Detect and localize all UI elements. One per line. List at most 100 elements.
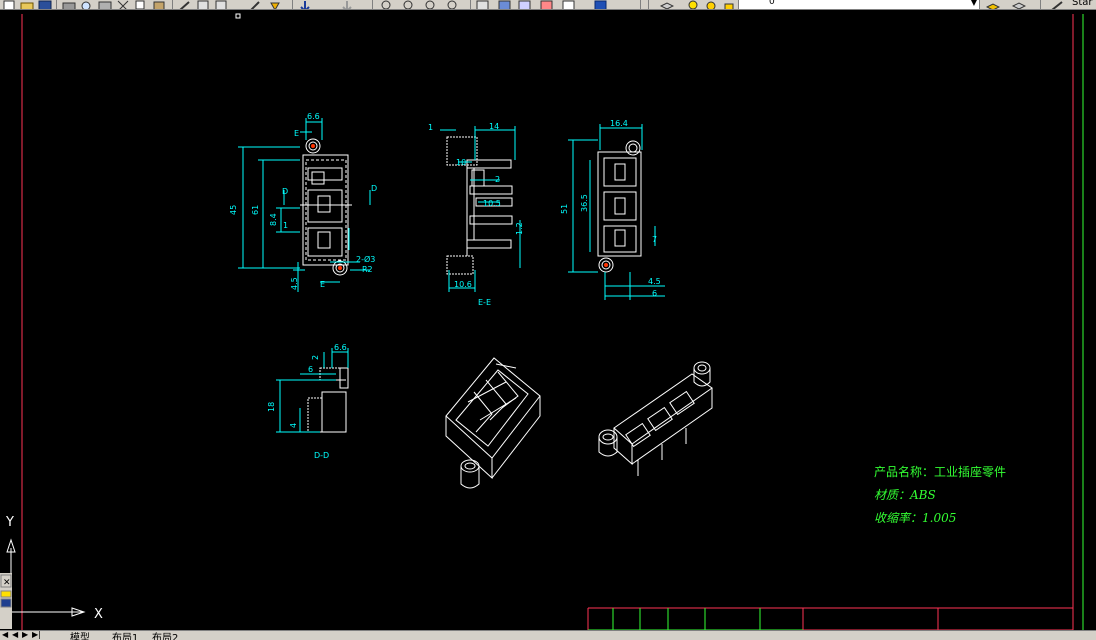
dim-label: 14 bbox=[489, 122, 499, 131]
dim-label: 6.6 bbox=[307, 112, 320, 121]
ucs-y-label: Y bbox=[5, 515, 14, 530]
dim-label: 36.5 bbox=[580, 194, 589, 212]
copy-icon[interactable] bbox=[134, 0, 148, 9]
docked-palette[interactable]: ✕ bbox=[0, 573, 12, 629]
dim-label: 6 bbox=[652, 289, 657, 298]
toolbar-separator bbox=[1040, 0, 1041, 9]
next-tab-icon[interactable]: ▶ bbox=[22, 631, 28, 639]
last-tab-icon[interactable]: ▶| bbox=[32, 631, 41, 639]
help-topic-icon[interactable] bbox=[594, 0, 608, 9]
dim-label: 4.5 bbox=[290, 277, 299, 290]
grid-icon[interactable] bbox=[562, 0, 576, 9]
new-file-icon[interactable] bbox=[2, 0, 16, 9]
drawing-frame bbox=[21, 13, 1084, 630]
section-mark: D bbox=[371, 184, 377, 193]
front-view: 45 61 8.4 6.6 1 2-Ø3 R2 4.5 E E D D bbox=[229, 112, 377, 292]
match-icon[interactable] bbox=[178, 0, 192, 9]
dim-label: 1 bbox=[428, 123, 433, 132]
dim-label: 18 bbox=[267, 402, 276, 412]
dim-label: 1 bbox=[283, 221, 288, 230]
title-block bbox=[587, 607, 1073, 631]
dim-label: 10 bbox=[456, 158, 466, 167]
zoom-icon[interactable] bbox=[268, 0, 282, 9]
paste-icon[interactable] bbox=[152, 0, 166, 9]
text-style-icon[interactable] bbox=[1050, 0, 1064, 9]
tool-palette-icon[interactable] bbox=[424, 0, 438, 9]
cut-icon[interactable] bbox=[116, 0, 130, 9]
toolbar-separator bbox=[648, 0, 649, 9]
properties-icon[interactable] bbox=[380, 0, 394, 9]
dim-label: 2 bbox=[495, 175, 500, 184]
zoom-window-icon[interactable] bbox=[298, 0, 312, 9]
text-style-label[interactable]: Star bbox=[1072, 0, 1093, 8]
dim-label: R2 bbox=[362, 265, 373, 274]
sun-icon[interactable] bbox=[704, 0, 718, 9]
toolbar-separator bbox=[56, 0, 57, 9]
side-view: 51 36.5 16.4 7 4.5 6 bbox=[560, 119, 665, 300]
dim-label: 4 bbox=[289, 423, 298, 428]
dim-label: 61 bbox=[251, 205, 260, 215]
product-name-text: 产品名称：工业插座零件 bbox=[874, 465, 1007, 479]
layer-states-icon[interactable] bbox=[1011, 0, 1027, 9]
bulb-icon[interactable] bbox=[686, 0, 700, 9]
layer-state-icon[interactable] bbox=[540, 0, 554, 9]
svg-text:✕: ✕ bbox=[3, 578, 11, 588]
lock-icon[interactable] bbox=[722, 0, 736, 9]
open-icon[interactable] bbox=[20, 0, 34, 9]
isometric-view-1 bbox=[445, 357, 541, 489]
view-label: E-E bbox=[478, 298, 491, 307]
toolbar-separator bbox=[470, 0, 471, 9]
view-label: D-D bbox=[314, 451, 329, 460]
dim-label: 10.6 bbox=[454, 280, 472, 289]
dim-label: 4.5 bbox=[648, 277, 661, 286]
dim-label: 1.2 bbox=[515, 222, 524, 235]
standard-toolbar: 0 ▼ Star bbox=[0, 0, 1096, 10]
prev-tab-icon[interactable]: ◀ bbox=[12, 631, 18, 639]
help-icon[interactable] bbox=[498, 0, 512, 9]
ucs-x-label: X bbox=[94, 607, 103, 622]
layer-value: 0 bbox=[769, 0, 775, 7]
dim-label: 10.5 bbox=[483, 199, 501, 208]
zoom-previous-icon[interactable] bbox=[340, 0, 354, 9]
dim-label: 16.4 bbox=[610, 119, 628, 128]
dim-label: 6.6 bbox=[334, 343, 347, 352]
dim-label: 8.4 bbox=[269, 213, 278, 226]
dim-label: 6 bbox=[308, 365, 313, 374]
save-icon[interactable] bbox=[38, 0, 52, 9]
ucs-icon bbox=[6, 538, 86, 617]
toolbar-separator bbox=[172, 0, 173, 9]
layer-icon[interactable] bbox=[518, 0, 532, 9]
toolbar-separator bbox=[292, 0, 293, 9]
dim-label: 51 bbox=[560, 204, 569, 214]
shrinkage-text: 收缩率：1.005 bbox=[874, 511, 957, 525]
pan-icon[interactable] bbox=[248, 0, 262, 9]
material-text: 材质：ABS bbox=[874, 488, 936, 502]
publish-icon[interactable] bbox=[98, 0, 112, 9]
section-mark: D bbox=[282, 187, 288, 196]
dim-label: 45 bbox=[229, 205, 238, 215]
dim-label: 7 bbox=[652, 235, 657, 244]
section-dd-view: 2 6.6 6 18 4 D-D bbox=[267, 343, 349, 460]
drawing-svg: 45 61 8.4 6.6 1 2-Ø3 R2 4.5 E E D D 1 14… bbox=[5, 13, 1084, 631]
preview-icon[interactable] bbox=[80, 0, 94, 9]
calculator-icon[interactable] bbox=[476, 0, 490, 9]
section-ee-view: 1 14 10 2 10.5 1.2 10.6 E-E bbox=[428, 122, 524, 307]
markup-icon[interactable] bbox=[446, 0, 460, 9]
layer-previous-icon[interactable] bbox=[985, 0, 1001, 9]
toolbar-separator bbox=[640, 0, 641, 9]
undo-icon[interactable] bbox=[196, 0, 210, 9]
layer-dropdown[interactable]: 0 ▼ bbox=[738, 0, 980, 9]
isometric-view-2 bbox=[598, 361, 713, 476]
section-mark: E bbox=[294, 129, 299, 138]
design-center-icon[interactable] bbox=[402, 0, 416, 9]
layer-manager-icon[interactable] bbox=[659, 0, 675, 9]
first-tab-icon[interactable]: ◀ bbox=[2, 631, 8, 639]
plot-icon[interactable] bbox=[62, 0, 76, 9]
dim-label: 2 bbox=[311, 355, 320, 360]
chevron-down-icon: ▼ bbox=[970, 0, 977, 7]
redo-icon[interactable] bbox=[214, 0, 228, 9]
section-mark: E bbox=[320, 280, 325, 289]
drawing-canvas[interactable]: 45 61 8.4 6.6 1 2-Ø3 R2 4.5 E E D D 1 14… bbox=[0, 10, 1096, 631]
toolbar-separator bbox=[372, 0, 373, 9]
dim-label: 2-Ø3 bbox=[356, 254, 375, 264]
